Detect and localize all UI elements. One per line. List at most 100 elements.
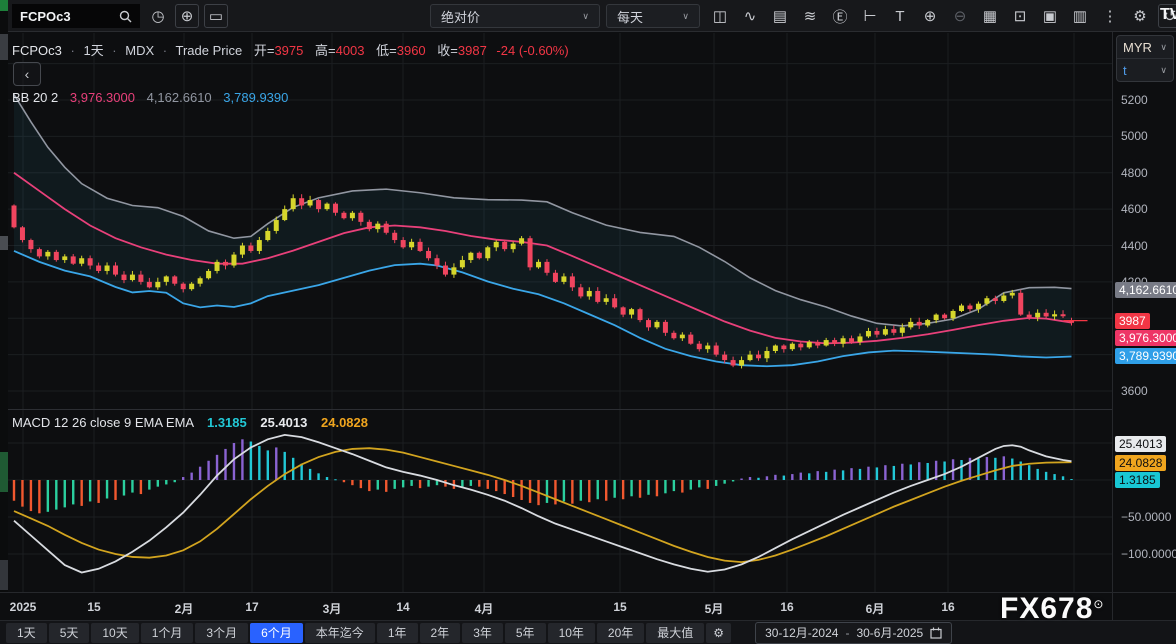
measure-icon[interactable]: ⊢ xyxy=(858,4,882,28)
zoom-in-icon[interactable]: ⊕ xyxy=(918,4,942,28)
add-symbol-icon[interactable]: ⊕ xyxy=(175,4,199,28)
collapsed-watchlist-strip[interactable] xyxy=(0,0,8,620)
range-button-5天[interactable]: 5天 xyxy=(49,623,90,643)
interval-value: 每天 xyxy=(617,7,643,26)
macd-signal-value: 24.0828 xyxy=(321,415,368,430)
range-button-20年[interactable]: 20年 xyxy=(597,623,644,643)
macd-badge-white: 25.4013 xyxy=(1115,436,1166,452)
bb-mid-value: 3,976.3000 xyxy=(70,90,135,105)
collapse-legend-button[interactable]: ‹ xyxy=(13,62,41,86)
unit-dropdown[interactable]: t ∨ xyxy=(1117,58,1173,81)
range-button-10天[interactable]: 10天 xyxy=(91,623,138,643)
time-label-2025: 2025 xyxy=(1,600,45,614)
axis-corner xyxy=(1112,592,1176,620)
interval-dropdown[interactable]: 每天 ∨ xyxy=(606,4,700,28)
bb-legend[interactable]: BB 20 2 3,976.3000 4,162.6610 3,789.9390 xyxy=(12,90,288,105)
more-options-icon[interactable]: ⋮ xyxy=(1098,4,1122,28)
range-button-3年[interactable]: 3年 xyxy=(462,623,503,643)
date-end: 30-6月-2025 xyxy=(856,624,923,641)
price-badge-pink: 3,976.3000 xyxy=(1115,330,1176,346)
price-badge-blue: 3,789.9390 xyxy=(1115,348,1176,364)
export-chart-icon[interactable]: ▥ xyxy=(1068,4,1092,28)
legend-interval[interactable]: 1天 xyxy=(83,43,103,58)
clock-icon[interactable]: ◷ xyxy=(146,4,170,28)
watermark-mark: ⊙ xyxy=(1093,597,1104,611)
snapshot-icon[interactable]: ⊡ xyxy=(1008,4,1032,28)
range-button-1天[interactable]: 1天 xyxy=(6,623,47,643)
macd-line-value: 25.4013 xyxy=(260,415,307,430)
compare-waves-icon[interactable]: ≋ xyxy=(798,4,822,28)
range-button-5年[interactable]: 5年 xyxy=(505,623,546,643)
folder-icon[interactable]: ▭ xyxy=(204,4,228,28)
chevron-down-icon: ∨ xyxy=(1160,65,1167,76)
macd-tick: −100.0000 xyxy=(1121,547,1176,561)
strip-mark xyxy=(0,560,8,590)
chevron-down-icon: ∨ xyxy=(1160,42,1167,53)
range-button-1个月[interactable]: 1个月 xyxy=(141,623,194,643)
currency-dropdown[interactable]: MYR ∨ xyxy=(1117,36,1173,58)
date-range-picker[interactable]: 30-12月-2024 - 30-6月-2025 xyxy=(755,622,952,644)
layout-icon[interactable]: ▤ xyxy=(768,4,792,28)
range-settings-button[interactable]: ⚙ xyxy=(706,623,731,643)
time-label-14: 14 xyxy=(381,600,425,614)
currency-value: MYR xyxy=(1123,40,1152,55)
strip-mark xyxy=(0,0,8,11)
symbol-legend: FCPOc3 · 1天 · MDX · Trade Price 开=3975 高… xyxy=(12,40,569,59)
zoom-out-icon[interactable]: ⊖ xyxy=(948,4,972,28)
unit-value: t xyxy=(1123,63,1127,78)
time-label-16: 16 xyxy=(926,600,970,614)
time-label-3月: 3月 xyxy=(310,600,354,617)
bb-upper-value: 4,162.6610 xyxy=(147,90,212,105)
time-label-15: 15 xyxy=(598,600,642,614)
indicators-icon[interactable]: ∿ xyxy=(738,4,762,28)
bb-title: BB 20 2 xyxy=(12,90,58,105)
events-icon[interactable]: Ⓔ xyxy=(828,4,852,28)
macd-tick: −50.0000 xyxy=(1121,510,1171,524)
data-table-icon[interactable]: ▦ xyxy=(978,4,1002,28)
platform-logo: TV xyxy=(1160,6,1176,24)
range-button-10年[interactable]: 10年 xyxy=(548,623,595,643)
ohlc-low: 3960 xyxy=(397,43,426,58)
price-tick-5000: 5000 xyxy=(1121,129,1148,143)
legend-symbol[interactable]: FCPOc3 xyxy=(12,43,62,58)
legend-price-type[interactable]: Trade Price xyxy=(176,43,243,58)
symbol-input[interactable]: FCPOc3 xyxy=(20,9,71,24)
price-mode-value: 绝对价 xyxy=(441,7,480,26)
price-tick-4800: 4800 xyxy=(1121,166,1148,180)
duplicate-icon[interactable]: ▣ xyxy=(1038,4,1062,28)
chart-canvas[interactable] xyxy=(8,32,1112,592)
price-tick-5200: 5200 xyxy=(1121,93,1148,107)
price-badge-red: 3987 xyxy=(1115,313,1150,329)
macd-legend[interactable]: MACD 12 26 close 9 EMA EMA 1.3185 25.401… xyxy=(12,415,368,430)
currency-unit-selector: MYR ∨ t ∨ xyxy=(1116,35,1174,82)
time-label-6月: 6月 xyxy=(853,600,897,617)
symbol-search[interactable]: FCPOc3 xyxy=(12,4,140,28)
text-tool-icon[interactable]: T xyxy=(888,4,912,28)
price-mode-dropdown[interactable]: 绝对价 ∨ xyxy=(430,4,600,28)
top-toolbar: FCPOc3 ◷⊕▭ 绝对价 ∨ 每天 ∨ ◫∿▤≋Ⓔ⊢T⊕⊖▦⊡▣▥⋮⚙↺ T… xyxy=(8,0,1176,32)
ohlc-change: -24 (-0.60%) xyxy=(496,43,568,58)
range-button-3个月[interactable]: 3个月 xyxy=(195,623,248,643)
chevron-down-icon: ∨ xyxy=(582,11,589,22)
gear-icon: ⚙ xyxy=(713,626,724,640)
range-button-最大值[interactable]: 最大值 xyxy=(646,623,704,643)
time-label-16: 16 xyxy=(765,600,809,614)
candlestick-style-icon[interactable]: ◫ xyxy=(708,4,732,28)
strip-mark xyxy=(0,34,8,60)
price-tick-4600: 4600 xyxy=(1121,202,1148,216)
legend-exchange[interactable]: MDX xyxy=(125,43,154,58)
macd-badge-cyan: 1.3185 xyxy=(1115,472,1160,488)
price-axis[interactable]: MYR ∨ t ∨ 5200500048004600440042003600−5… xyxy=(1112,32,1176,592)
time-axis[interactable]: 2025152月173月144月155月166月16 xyxy=(0,592,1112,620)
range-button-6个月[interactable]: 6个月 xyxy=(250,623,303,643)
time-label-5月: 5月 xyxy=(692,600,736,617)
range-button-2年[interactable]: 2年 xyxy=(420,623,461,643)
date-separator: - xyxy=(845,626,849,640)
time-label-4月: 4月 xyxy=(462,600,506,617)
range-button-本年迄今[interactable]: 本年迄今 xyxy=(305,623,375,643)
time-label-2月: 2月 xyxy=(162,600,206,617)
settings-icon[interactable]: ⚙ xyxy=(1128,4,1152,28)
range-button-1年[interactable]: 1年 xyxy=(377,623,418,643)
bb-lower-value: 3,789.9390 xyxy=(223,90,288,105)
price-tick-3600: 3600 xyxy=(1121,384,1148,398)
